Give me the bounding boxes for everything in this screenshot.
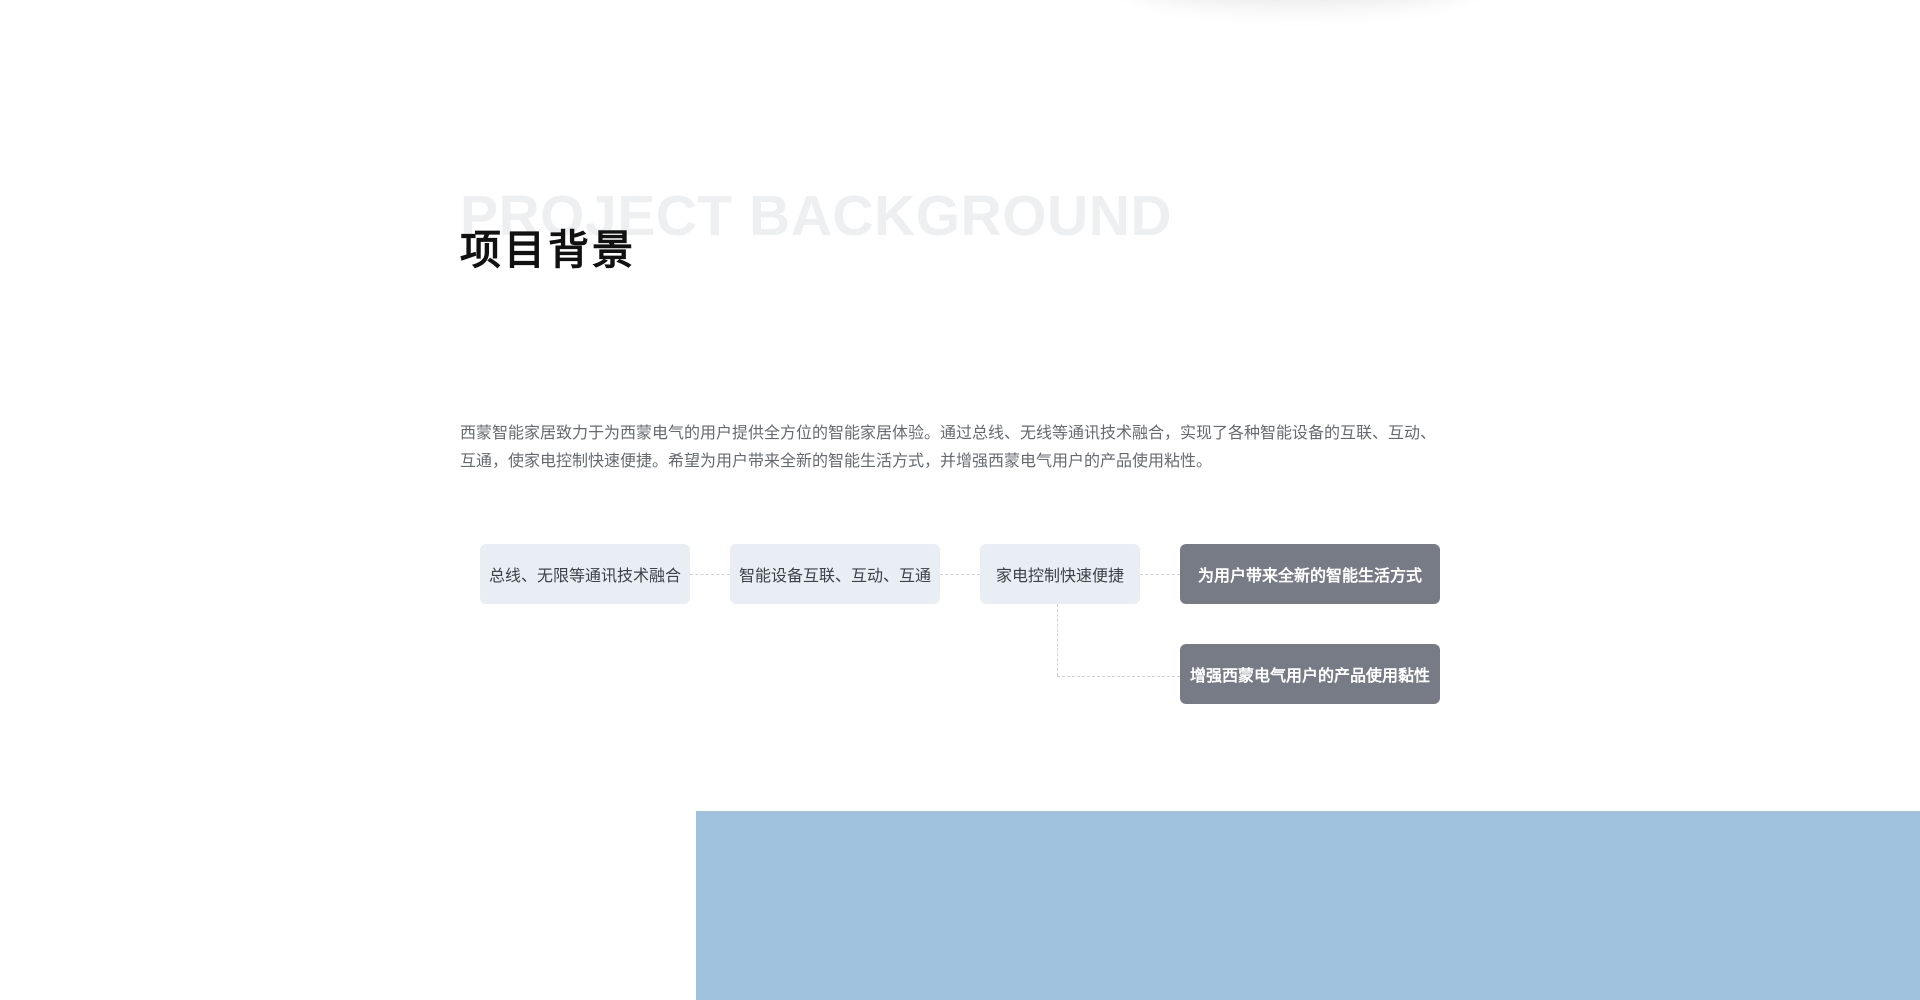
flow-node-communication-tech: 总线、无限等通讯技术融合: [480, 544, 690, 604]
connector-line: [690, 574, 730, 575]
flow-node-smart-lifestyle: 为用户带来全新的智能生活方式: [1180, 544, 1440, 604]
accent-color-block: [696, 811, 1920, 1000]
connector-line: [940, 574, 980, 575]
project-background-section: PROJECT BACKGROUND 项目背景 西蒙智能家居致力于为西蒙电气的用…: [460, 0, 1440, 780]
connector-line: [1057, 604, 1058, 676]
flow-node-appliance-control: 家电控制快速便捷: [980, 544, 1140, 604]
connector-line: [1057, 676, 1180, 677]
flow-diagram: 总线、无限等通讯技术融合 智能设备互联、互动、互通 家电控制快速便捷 为用户带来…: [460, 0, 1440, 780]
connector-line: [1140, 574, 1180, 575]
flow-node-device-interconnect: 智能设备互联、互动、互通: [730, 544, 940, 604]
flow-node-user-stickiness: 增强西蒙电气用户的产品使用黏性: [1180, 644, 1440, 704]
